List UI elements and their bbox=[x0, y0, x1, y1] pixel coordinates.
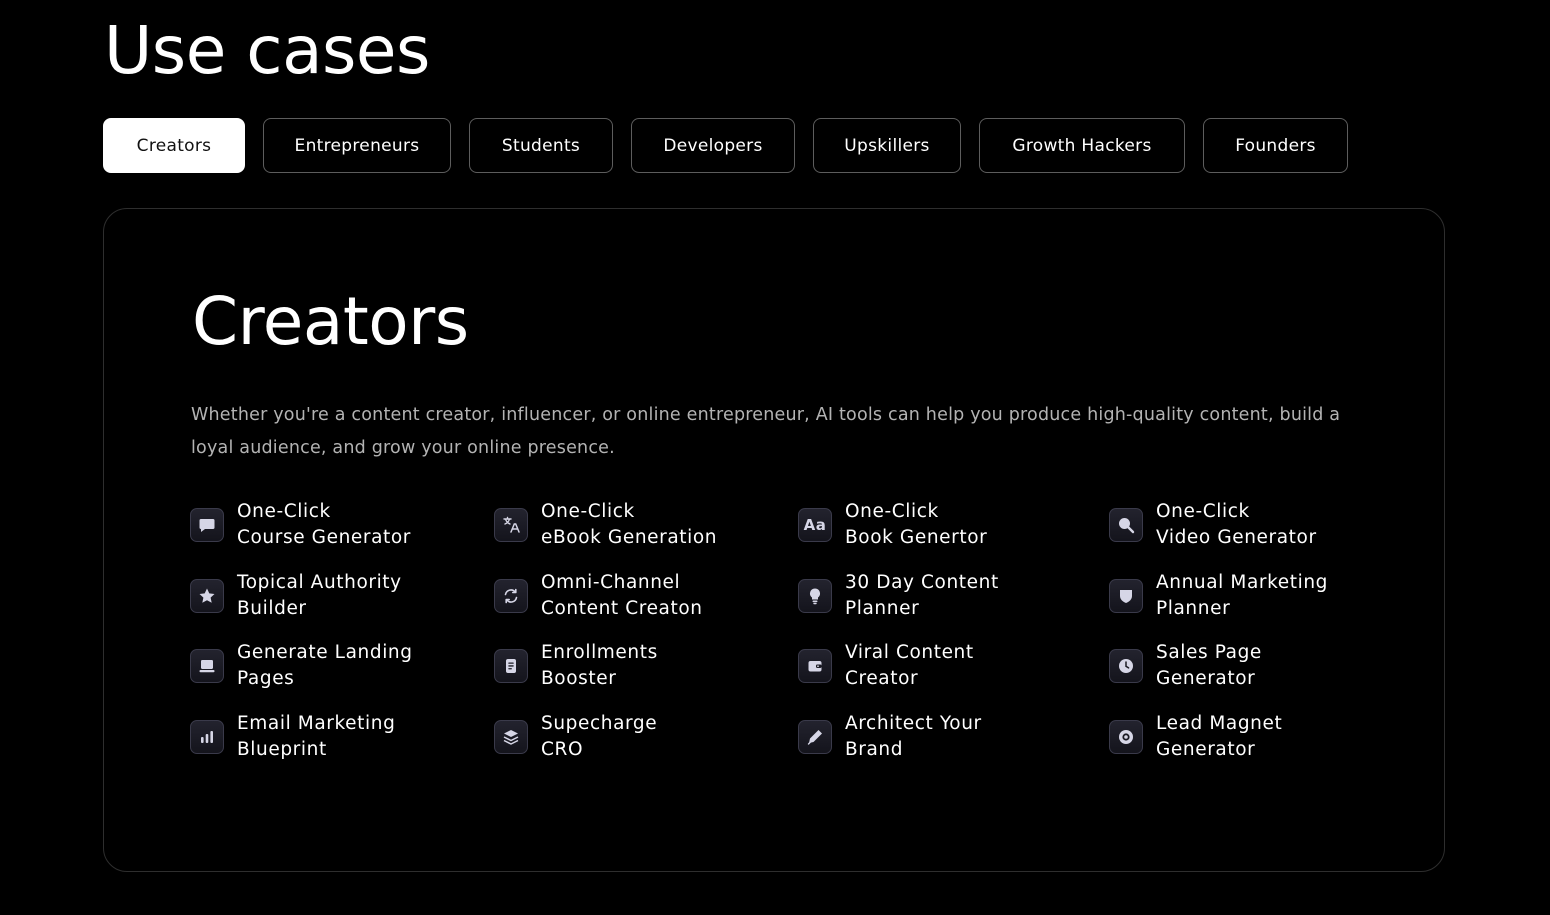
feature-omni-channel-content[interactable]: Omni-Channel Content Creaton bbox=[494, 570, 703, 622]
feature-video-generator[interactable]: One-Click Video Generator bbox=[1109, 499, 1317, 551]
use-cases-section: Use cases Creators Entrepreneurs Student… bbox=[0, 0, 1550, 915]
translate-icon bbox=[494, 508, 528, 542]
shield-icon bbox=[1109, 579, 1143, 613]
tab-students[interactable]: Students bbox=[469, 118, 613, 173]
tab-creators[interactable]: Creators bbox=[103, 118, 245, 173]
chat-bubble-icon bbox=[190, 508, 224, 542]
section-title: Use cases bbox=[104, 12, 430, 89]
tab-founders[interactable]: Founders bbox=[1203, 118, 1348, 173]
feature-course-generator[interactable]: One-Click Course Generator bbox=[190, 499, 411, 551]
layers-icon bbox=[494, 720, 528, 754]
lightbulb-icon bbox=[798, 579, 832, 613]
feature-label: Supecharge CRO bbox=[541, 713, 658, 760]
document-icon bbox=[494, 649, 528, 683]
feature-label: Generate Landing Pages bbox=[237, 642, 413, 689]
feature-architect-your-brand[interactable]: Architect Your Brand bbox=[798, 711, 982, 763]
tab-developers[interactable]: Developers bbox=[631, 118, 795, 173]
wallet-icon bbox=[798, 649, 832, 683]
feature-label: Architect Your Brand bbox=[845, 713, 982, 760]
feature-supercharge-cro[interactable]: Supecharge CRO bbox=[494, 711, 657, 763]
feature-label: Topical Authority Builder bbox=[237, 572, 402, 619]
feature-lead-magnet-generator[interactable]: Lead Magnet Generator bbox=[1109, 711, 1282, 763]
feature-30-day-content-planner[interactable]: 30 Day Content Planner bbox=[798, 570, 999, 622]
feature-label: Annual Marketing Planner bbox=[1156, 572, 1328, 619]
search-icon bbox=[1109, 508, 1143, 542]
feature-label: Sales Page Generator bbox=[1156, 642, 1262, 689]
typography-icon: Aa bbox=[798, 508, 832, 542]
tab-upskillers[interactable]: Upskillers bbox=[813, 118, 961, 173]
tab-growth-hackers[interactable]: Growth Hackers bbox=[979, 118, 1185, 173]
bar-chart-icon bbox=[190, 720, 224, 754]
target-icon bbox=[1109, 720, 1143, 754]
pen-icon bbox=[798, 720, 832, 754]
feature-ebook-generation[interactable]: One-Click eBook Generation bbox=[494, 499, 717, 551]
feature-viral-content-creator[interactable]: Viral Content Creator bbox=[798, 640, 974, 692]
feature-book-generator[interactable]: Aa One-Click Book Genertor bbox=[798, 499, 987, 551]
panel-description: Whether you're a content creator, influe… bbox=[191, 405, 1341, 458]
feature-label: One-Click Book Genertor bbox=[845, 501, 988, 548]
feature-label: One-Click Course Generator bbox=[237, 501, 412, 548]
feature-label: Viral Content Creator bbox=[845, 642, 974, 689]
feature-annual-marketing-planner[interactable]: Annual Marketing Planner bbox=[1109, 570, 1328, 622]
feature-label: Enrollments Booster bbox=[541, 642, 658, 689]
feature-label: Omni-Channel Content Creaton bbox=[541, 572, 703, 619]
panel-title: Creators bbox=[192, 283, 469, 360]
laptop-icon bbox=[190, 649, 224, 683]
clock-icon bbox=[1109, 649, 1143, 683]
feature-generate-landing-pages[interactable]: Generate Landing Pages bbox=[190, 640, 413, 692]
refresh-icon bbox=[494, 579, 528, 613]
feature-label: One-Click Video Generator bbox=[1156, 501, 1317, 548]
use-case-panel: Creators Whether you're a content creato… bbox=[103, 208, 1445, 872]
feature-sales-page-generator[interactable]: Sales Page Generator bbox=[1109, 640, 1262, 692]
tab-entrepreneurs[interactable]: Entrepreneurs bbox=[263, 118, 451, 173]
feature-label: 30 Day Content Planner bbox=[845, 572, 999, 619]
use-case-tabs: Creators Entrepreneurs Students Develope… bbox=[103, 118, 1348, 173]
feature-label: Lead Magnet Generator bbox=[1156, 713, 1283, 760]
feature-label: Email Marketing Blueprint bbox=[237, 713, 396, 760]
feature-label: One-Click eBook Generation bbox=[541, 501, 718, 548]
star-icon bbox=[190, 579, 224, 613]
feature-topical-authority-builder[interactable]: Topical Authority Builder bbox=[190, 570, 402, 622]
feature-enrollments-booster[interactable]: Enrollments Booster bbox=[494, 640, 658, 692]
feature-email-marketing-blueprint[interactable]: Email Marketing Blueprint bbox=[190, 711, 395, 763]
